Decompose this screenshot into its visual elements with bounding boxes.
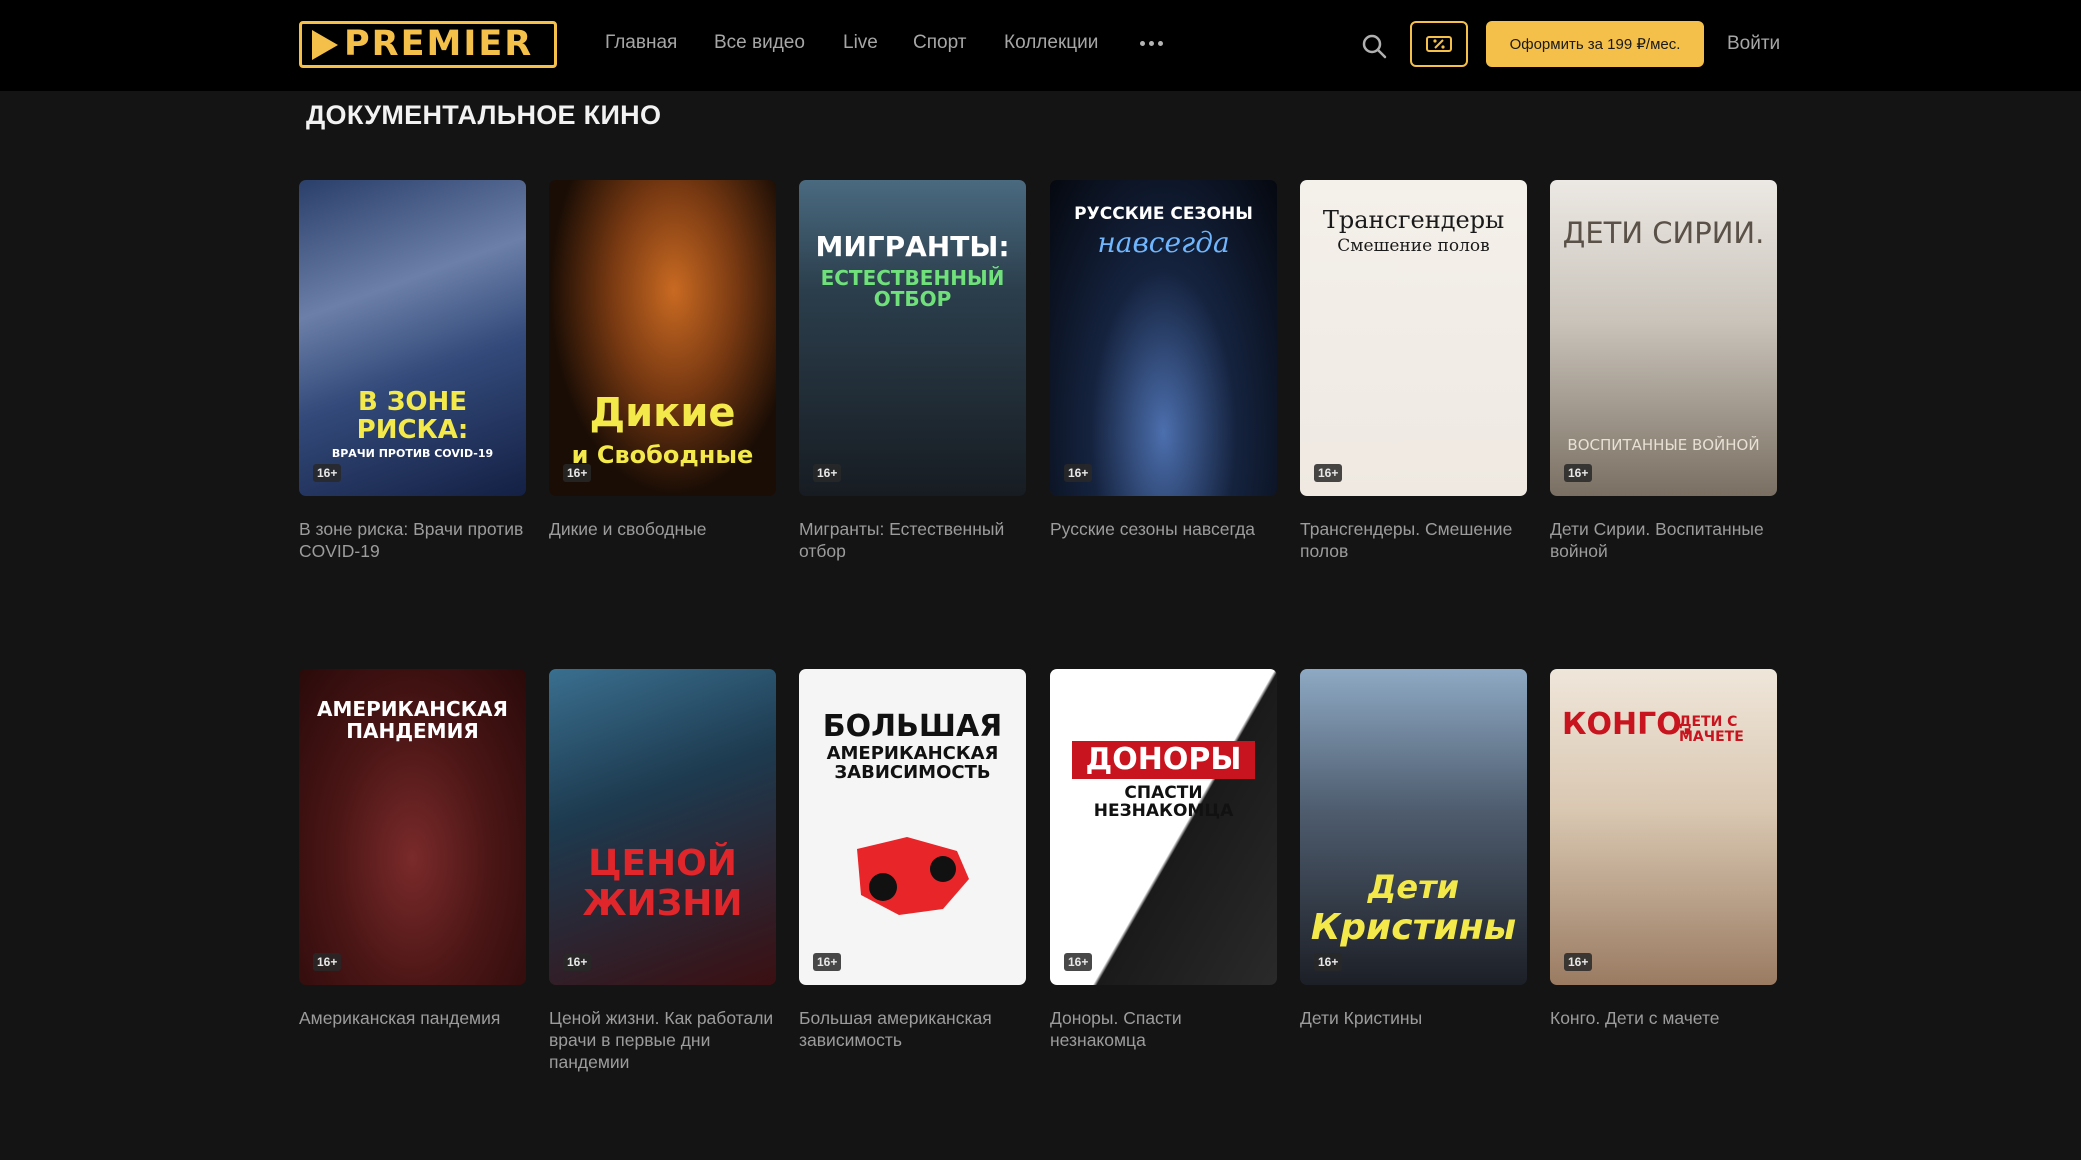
age-rating-badge: 16+ xyxy=(563,953,592,971)
poster-title: АМЕРИКАНСКАЯ xyxy=(317,697,508,721)
poster-subtitle: ВОСПИТАННЫЕ ВОЙНОЙ xyxy=(1567,436,1760,455)
movie-title[interactable]: Конго. Дети с мачете xyxy=(1550,1007,1777,1029)
poster-title: ДЕТИ СИРИИ. xyxy=(1562,216,1765,250)
play-icon xyxy=(312,29,338,60)
age-rating-badge: 16+ xyxy=(1064,464,1093,482)
poster-subtitle: Смешение полов xyxy=(1337,236,1490,256)
movie-title[interactable]: Русские сезоны навсегда xyxy=(1050,518,1277,540)
age-rating-badge: 16+ xyxy=(1564,953,1593,971)
nav-sport[interactable]: Спорт xyxy=(913,32,966,54)
logo-text: PREMIER xyxy=(344,24,534,64)
movie-title[interactable]: В зоне риска: Врачи против COVID-19 xyxy=(299,518,526,562)
poster-subtitle: ВРАЧИ ПРОТИВ COVID-19 xyxy=(331,447,494,461)
movie-title[interactable]: Американская пандемия xyxy=(299,1007,526,1029)
red-map-graphic xyxy=(857,837,969,915)
movie-poster[interactable]: Трансгендеры Смешение полов 16+ xyxy=(1300,180,1527,496)
poster-title: БОЛЬШАЯ xyxy=(822,709,1003,744)
movie-card[interactable]: В ЗОНЕ РИСКА: ВРАЧИ ПРОТИВ COVID-19 16+ … xyxy=(299,180,526,562)
poster-subtitle: ЖИЗНИ xyxy=(582,883,743,925)
poster-title: В ЗОНЕ РИСКА: xyxy=(356,387,469,445)
movie-poster[interactable]: Дикие и Свободные 16+ xyxy=(549,180,776,496)
movie-poster[interactable]: МИГРАНТЫ: ЕСТЕСТВЕННЫЙ ОТБОР 16+ xyxy=(799,180,1026,496)
age-rating-badge: 16+ xyxy=(813,464,842,482)
age-rating-badge: 16+ xyxy=(1314,464,1343,482)
movie-card[interactable]: КОНГО. ДЕТИ С МАЧЕТЕ 16+ Конго. Дети с м… xyxy=(1550,669,1777,1029)
movie-card[interactable]: Трансгендеры Смешение полов 16+ Трансген… xyxy=(1300,180,1527,562)
poster-subtitle: ДЕТИ С МАЧЕТЕ xyxy=(1679,714,1744,745)
poster-title: Трансгендеры xyxy=(1322,206,1505,234)
movie-card[interactable]: ДЕТИ СИРИИ. ВОСПИТАННЫЕ ВОЙНОЙ 16+ Дети … xyxy=(1550,180,1777,562)
search-icon[interactable] xyxy=(1361,33,1387,59)
movie-card[interactable]: РУССКИЕ СЕЗОНЫ навсегда 16+ Русские сезо… xyxy=(1050,180,1277,540)
section-title: ДОКУМЕНТАЛЬНОЕ КИНО xyxy=(306,100,662,130)
login-link[interactable]: Войти xyxy=(1727,33,1780,55)
age-rating-badge: 16+ xyxy=(313,464,342,482)
poster-subtitle: ПАНДЕМИЯ xyxy=(346,719,479,743)
movie-poster[interactable]: ДЕТИ СИРИИ. ВОСПИТАННЫЕ ВОЙНОЙ 16+ xyxy=(1550,180,1777,496)
poster-title: КОНГО. xyxy=(1562,707,1694,742)
age-rating-badge: 16+ xyxy=(1064,953,1093,971)
movie-card[interactable]: БОЛЬШАЯ АМЕРИКАНСКАЯ ЗАВИСИМОСТЬ 16+ Бол… xyxy=(799,669,1026,1051)
movie-title[interactable]: Ценой жизни. Как работали врачи в первые… xyxy=(549,1007,776,1073)
movie-poster[interactable]: КОНГО. ДЕТИ С МАЧЕТЕ 16+ xyxy=(1550,669,1777,985)
more-dots-icon[interactable] xyxy=(1140,32,1163,46)
poster-subtitle: АМЕРИКАНСКАЯ ЗАВИСИМОСТЬ xyxy=(826,743,999,783)
poster-subtitle: Кристины xyxy=(1310,907,1517,949)
poster-subtitle: навсегда xyxy=(1097,226,1230,259)
movie-poster[interactable]: АМЕРИКАНСКАЯ ПАНДЕМИЯ 16+ xyxy=(299,669,526,985)
poster-title: Дикие xyxy=(589,390,736,436)
promo-ticket-icon xyxy=(1426,36,1452,52)
movie-card[interactable]: Дикие и Свободные 16+ Дикие и свободные xyxy=(549,180,776,540)
age-rating-badge: 16+ xyxy=(1564,464,1593,482)
movie-title[interactable]: Дикие и свободные xyxy=(549,518,776,540)
poster-title: ЦЕНОЙ xyxy=(588,843,737,885)
premier-logo[interactable]: PREMIER xyxy=(299,21,557,68)
poster-title: Дети xyxy=(1367,868,1460,907)
nav-home[interactable]: Главная xyxy=(605,32,677,54)
nav-live[interactable]: Live xyxy=(843,32,878,54)
age-rating-badge: 16+ xyxy=(1314,953,1343,971)
poster-title: РУССКИЕ СЕЗОНЫ xyxy=(1074,204,1253,224)
age-rating-badge: 16+ xyxy=(563,464,592,482)
movie-poster[interactable]: ДОНОРЫ СПАСТИ НЕЗНАКОМЦА 16+ xyxy=(1050,669,1277,985)
poster-title: МИГРАНТЫ: xyxy=(815,230,1010,263)
poster-subtitle: ЕСТЕСТВЕННЫЙ ОТБОР xyxy=(820,266,1005,311)
nav-collections[interactable]: Коллекции xyxy=(1004,32,1098,54)
movie-card[interactable]: Дети Кристины 16+ Дети Кристины xyxy=(1300,669,1527,1029)
movie-poster[interactable]: ЦЕНОЙ ЖИЗНИ 16+ xyxy=(549,669,776,985)
nav-all-videos[interactable]: Все видео xyxy=(714,32,805,54)
movie-card[interactable]: ЦЕНОЙ ЖИЗНИ 16+ Ценой жизни. Как работал… xyxy=(549,669,776,1073)
movie-title[interactable]: Трансгендеры. Смешение полов xyxy=(1300,518,1527,562)
movie-title[interactable]: Большая американская зависимость xyxy=(799,1007,1026,1051)
top-bar: PREMIER Главная Все видео Live Спорт Кол… xyxy=(0,0,2081,91)
age-rating-badge: 16+ xyxy=(813,953,842,971)
movie-card[interactable]: ДОНОРЫ СПАСТИ НЕЗНАКОМЦА 16+ Доноры. Спа… xyxy=(1050,669,1277,1051)
movie-title[interactable]: Доноры. Спасти незнакомца xyxy=(1050,1007,1277,1051)
movie-poster[interactable]: Дети Кристины 16+ xyxy=(1300,669,1527,985)
promo-code-button[interactable] xyxy=(1410,21,1468,67)
movie-poster[interactable]: В ЗОНЕ РИСКА: ВРАЧИ ПРОТИВ COVID-19 16+ xyxy=(299,180,526,496)
age-rating-badge: 16+ xyxy=(313,953,342,971)
movie-card[interactable]: АМЕРИКАНСКАЯ ПАНДЕМИЯ 16+ Американская п… xyxy=(299,669,526,1029)
poster-title: ДОНОРЫ xyxy=(1072,741,1255,779)
poster-subtitle: СПАСТИ НЕЗНАКОМЦА xyxy=(1093,783,1234,821)
movie-title[interactable]: Мигранты: Естественный отбор xyxy=(799,518,1026,562)
movie-title[interactable]: Дети Сирии. Воспитанные войной xyxy=(1550,518,1777,562)
movie-title[interactable]: Дети Кристины xyxy=(1300,1007,1527,1029)
movie-poster[interactable]: РУССКИЕ СЕЗОНЫ навсегда 16+ xyxy=(1050,180,1277,496)
subscribe-button[interactable]: Оформить за 199 ₽/мес. xyxy=(1486,21,1704,67)
movie-poster[interactable]: БОЛЬШАЯ АМЕРИКАНСКАЯ ЗАВИСИМОСТЬ 16+ xyxy=(799,669,1026,985)
movie-card[interactable]: МИГРАНТЫ: ЕСТЕСТВЕННЫЙ ОТБОР 16+ Мигрант… xyxy=(799,180,1026,562)
